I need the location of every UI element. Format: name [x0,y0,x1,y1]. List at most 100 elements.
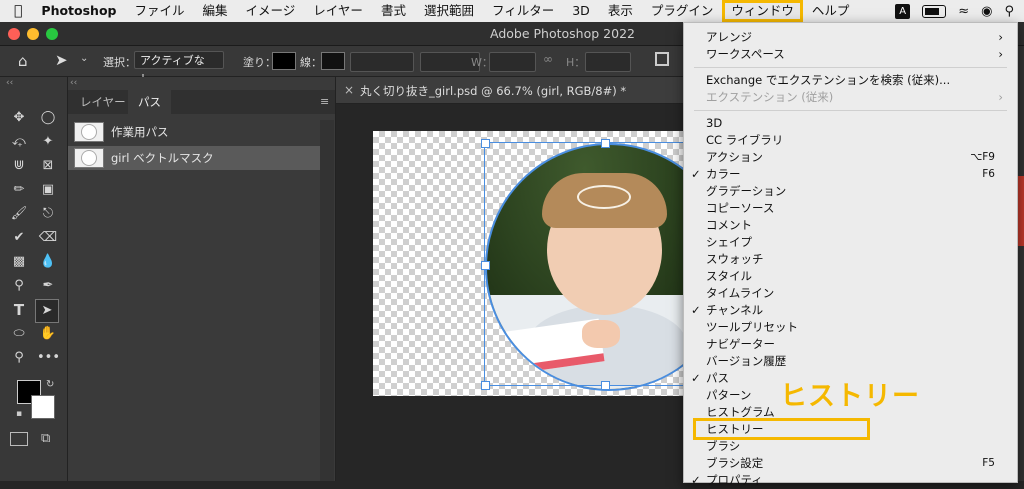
document-tab-title[interactable]: 丸く切り抜き_girl.psd @ 66.7% (girl, RGB/8#) * [360,83,626,99]
screen-mode-icon[interactable]: ⧉ [41,431,50,446]
stroke-label: 線： [300,56,322,69]
menu-layer[interactable]: レイヤー [304,0,372,22]
panel-menu-icon[interactable]: ≡ [320,95,329,108]
blur-tool-icon[interactable]: 💧 [37,251,59,273]
brush-tool-icon[interactable]: 🖌 [8,203,30,225]
eraser-tool-icon[interactable]: ⌫ [37,227,59,249]
more-tools-icon[interactable]: ••• [37,347,60,369]
frame-tool-icon[interactable]: ⊠ [37,155,59,177]
stroke-width-field[interactable] [350,52,414,72]
stroke-swatch[interactable] [321,52,345,70]
menu-item[interactable]: ✓ カラー F6 [684,166,1017,183]
menu-item[interactable]: コメント [684,217,1017,234]
menu-item[interactable]: Exchange でエクステンションを検索 (従来)... [684,72,1017,89]
collapse-icon[interactable]: ‹‹ [6,78,13,88]
menu-3d[interactable]: 3D [563,0,599,22]
transform-handle[interactable] [481,381,490,390]
close-tab-icon[interactable]: × [344,83,354,97]
select-dropdown[interactable]: アクティブなレ… [134,51,224,85]
user-icon[interactable]: ◉ [981,4,992,19]
link-icon[interactable]: ∞ [543,52,553,66]
path-selection-tool-icon[interactable]: ➤ [35,299,59,323]
tab-paths[interactable]: パス [128,90,171,114]
pen-tool-icon[interactable]: ✒ [37,275,59,297]
path-operations-icon[interactable] [655,52,669,66]
menu-item[interactable]: コピーソース [684,200,1017,217]
swap-colors-icon[interactable]: ↻ [46,379,54,390]
menu-image[interactable]: イメージ [237,0,305,22]
hand-tool-icon[interactable]: ✋ [37,323,59,345]
stamp-tool-icon[interactable]: ⎋ [37,203,59,225]
menu-item[interactable]: ツールプリセット [684,319,1017,336]
type-tool-icon[interactable]: T [8,299,30,321]
menu-item[interactable]: スタイル [684,268,1017,285]
transform-handle[interactable] [601,139,610,148]
menu-item-label: パターン [706,388,752,402]
menu-item[interactable]: ブラシ [684,438,1017,455]
menu-item[interactable]: CC ライブラリ [684,132,1017,149]
path-select-tool-icon[interactable]: ➤ [55,51,68,69]
menu-item[interactable]: 3D [684,115,1017,132]
height-field[interactable] [585,52,631,72]
path-row[interactable]: 作業用パス [68,120,320,144]
menu-help[interactable]: ヘルプ [803,0,859,22]
battery-icon[interactable] [922,4,947,18]
close-window-icon[interactable] [8,28,20,40]
window-title: Adobe Photoshop 2022 [490,26,635,41]
input-method-icon[interactable]: A [895,3,911,19]
healing-brush-tool-icon[interactable]: ▣ [37,179,59,201]
background-color-swatch[interactable] [31,395,55,419]
panel-scrollbar[interactable] [320,120,334,481]
zoom-window-icon[interactable] [46,28,58,40]
search-icon[interactable]: ⚲ [1004,4,1014,19]
apple-icon[interactable]:  [0,0,32,22]
menu-type[interactable]: 書式 [372,0,415,22]
move-tool-icon[interactable]: ✥ [8,107,30,129]
eyedropper-tool-icon[interactable]: ✏ [8,179,30,201]
path-row[interactable]: girl ベクトルマスク [68,146,320,170]
menu-select[interactable]: 選択範囲 [415,0,483,22]
minimize-window-icon[interactable] [27,28,39,40]
menu-item-label: バージョン履歴 [706,354,787,368]
transform-handle[interactable] [481,139,490,148]
menu-edit[interactable]: 編集 [194,0,237,22]
history-brush-tool-icon[interactable]: ✔ [8,227,30,249]
dodge-tool-icon[interactable]: ⚲ [8,275,30,297]
transform-handle[interactable] [481,261,490,270]
home-icon[interactable]: ⌂ [18,52,28,70]
menu-view[interactable]: 表示 [599,0,642,22]
menu-filter[interactable]: フィルター [483,0,563,22]
menu-item[interactable]: ブラシ設定 F5 [684,455,1017,472]
menu-item-label: カラー [706,167,741,181]
menu-plugins[interactable]: プラグイン [642,0,723,22]
menu-app-photoshop[interactable]: Photoshop [32,0,125,22]
width-field[interactable] [489,52,536,72]
chevron-down-icon[interactable]: ⌄ [80,53,88,64]
fill-swatch[interactable] [272,52,296,70]
menu-item[interactable]: アレンジ › [684,29,1017,46]
crop-tool-icon[interactable]: ⋓ [8,155,30,177]
menu-file[interactable]: ファイル [126,0,194,22]
lasso-tool-icon[interactable]: ⤽ [8,131,30,153]
menu-item[interactable]: グラデーション [684,183,1017,200]
transform-handle[interactable] [601,381,610,390]
menu-item[interactable]: タイムライン [684,285,1017,302]
menu-item[interactable]: スウォッチ [684,251,1017,268]
menu-item[interactable]: アクション ⌥F9 [684,149,1017,166]
menu-item[interactable]: ✓ チャンネル [684,302,1017,319]
zoom-tool-icon[interactable]: ⚲ [8,347,30,369]
quick-mask-icon[interactable] [10,432,28,446]
magic-wand-tool-icon[interactable]: ✦ [37,131,59,153]
panel-collapse-icon[interactable]: ‹‹ [70,78,77,88]
ellipse-tool-icon[interactable]: ⬭ [8,323,30,345]
wifi-icon[interactable]: ≈ [958,4,969,19]
menu-item[interactable]: ワークスペース › [684,46,1017,63]
menu-item[interactable]: バージョン履歴 [684,353,1017,370]
default-colors-icon[interactable]: ▪ [16,409,22,419]
menu-item[interactable]: シェイプ [684,234,1017,251]
tab-layers[interactable]: レイヤー [70,90,136,114]
menu-window[interactable]: ウィンドウ [722,0,803,22]
menu-item[interactable]: ナビゲーター [684,336,1017,353]
marquee-tool-icon[interactable]: ◯ [37,107,59,129]
gradient-tool-icon[interactable]: ▩ [8,251,30,273]
